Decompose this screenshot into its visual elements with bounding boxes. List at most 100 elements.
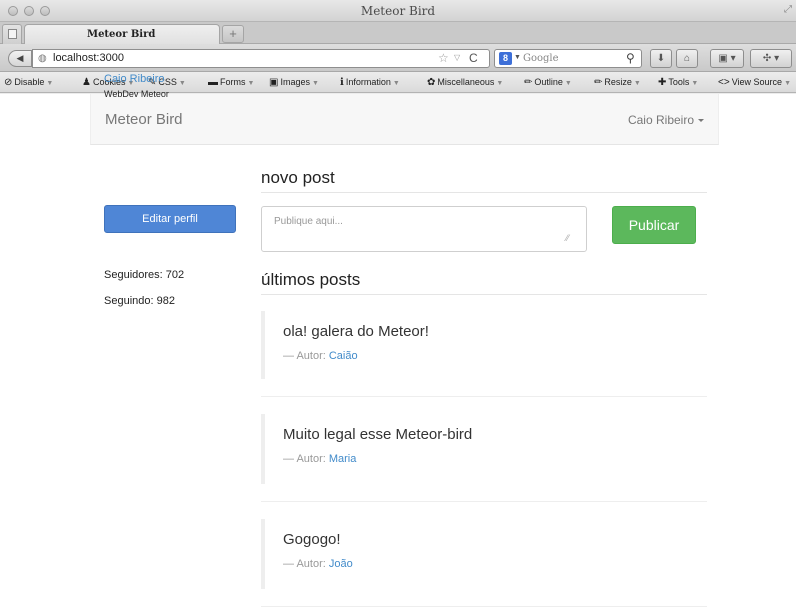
images-icon: ▣: [269, 77, 279, 88]
edit-profile-button[interactable]: Editar perfil: [104, 205, 236, 233]
outline-icon: ✏: [524, 77, 533, 88]
post-quote: ola! galera do Meteor! — Autor: Caião: [261, 311, 701, 379]
publish-button[interactable]: Publicar: [612, 206, 696, 244]
reload-icon[interactable]: C: [469, 51, 478, 65]
post-input[interactable]: [261, 206, 587, 252]
devbar-item-forms[interactable]: ▬ Forms ▼: [208, 77, 254, 88]
tab-pinned[interactable]: [2, 24, 22, 44]
tools-icon: ✚: [658, 77, 667, 88]
window-title: Meteor Bird: [360, 4, 436, 18]
new-post-heading: novo post: [261, 168, 707, 193]
devbar-item-view-source[interactable]: <> View Source ▼: [718, 77, 791, 88]
chevron-down-icon: ▼: [178, 80, 186, 87]
tab-bar: Meteor Bird +: [0, 22, 796, 44]
devbar-label: Resize: [604, 77, 632, 87]
chevron-down-icon: ▼: [46, 80, 54, 87]
chevron-down-icon: ▼: [392, 80, 400, 87]
chevron-down-icon: [698, 119, 704, 123]
post-author: — Autor: Maria: [283, 453, 701, 465]
devbar-label: Outline: [534, 77, 563, 87]
page-icon: [8, 29, 17, 39]
devbar-label: Tools: [668, 77, 690, 87]
bookmark-star-icon[interactable]: ☆: [438, 51, 449, 65]
download-button[interactable]: ⬇: [650, 49, 672, 68]
following-count: Seguindo: 982: [104, 295, 175, 307]
firebug-button[interactable]: ▣ ▾: [710, 49, 744, 68]
chevron-down-icon: ▼: [633, 80, 641, 87]
post-quote: Muito legal esse Meteor-bird — Autor: Ma…: [261, 414, 701, 484]
post-text: Muito legal esse Meteor-bird: [283, 426, 473, 443]
post-item: ola! galera do Meteor! — Autor: Caião: [261, 311, 707, 397]
devbar-label: Disable: [14, 77, 45, 87]
addon-button[interactable]: ✣ ▾: [750, 49, 792, 68]
devbar-item-information[interactable]: ℹ Information ▼: [340, 77, 400, 88]
search-icon[interactable]: ⚲: [626, 51, 635, 65]
post-item: Muito legal esse Meteor-bird — Autor: Ma…: [261, 414, 707, 502]
author-prefix: — Autor:: [283, 350, 326, 362]
devbar-item-miscellaneous[interactable]: ✿ Miscellaneous ▼: [427, 77, 503, 88]
devbar-item-outline[interactable]: ✏ Outline ▼: [524, 77, 572, 88]
home-button[interactable]: ⌂: [676, 49, 698, 68]
new-tab-button[interactable]: +: [222, 25, 244, 43]
globe-icon: ◍: [38, 53, 47, 64]
download-icon: ⬇: [656, 53, 666, 64]
chevron-down-icon: ▼: [247, 80, 255, 87]
brand-link[interactable]: Meteor Bird: [105, 111, 183, 128]
followers-count: Seguidores: 702: [104, 269, 185, 281]
fullscreen-icon[interactable]: ⤢: [784, 4, 792, 15]
home-icon: ⌂: [683, 53, 691, 64]
chevron-down-icon: ▼: [564, 80, 572, 87]
devbar-label: Miscellaneous: [437, 77, 495, 87]
post-author: — Autor: João: [283, 558, 701, 570]
author-prefix: — Autor:: [283, 453, 326, 465]
author-link[interactable]: Maria: [329, 453, 357, 465]
resize-grip-icon[interactable]: ⁄⁄: [566, 233, 569, 243]
window-titlebar: Meteor Bird ⤢: [0, 0, 796, 22]
miscellaneous-icon: ✿: [427, 77, 436, 88]
history-dropdown-icon[interactable]: ▽: [454, 53, 460, 62]
devbar-item-images[interactable]: ▣ Images ▼: [269, 77, 319, 88]
address-bar[interactable]: ◍ localhost:3000 ☆ ▽ C: [32, 49, 490, 68]
profile-name-link[interactable]: Caio Ribeiro: [104, 73, 165, 85]
chevron-down-icon: ▼: [691, 80, 699, 87]
search-engine-icon[interactable]: 8: [499, 52, 512, 65]
search-bar[interactable]: 8 ▼ Google ⚲: [494, 49, 642, 68]
disable-icon: ⊘: [4, 77, 13, 88]
information-icon: ℹ: [340, 77, 344, 88]
search-placeholder: Google: [523, 53, 559, 64]
forms-icon: ▬: [208, 77, 218, 88]
app-navbar: Meteor Bird Caio Ribeiro: [90, 94, 719, 145]
post-text: Gogogo!: [283, 531, 341, 548]
devbar-label: Images: [280, 77, 310, 87]
chevron-down-icon: ▼: [311, 80, 319, 87]
chevron-down-icon: ▼: [784, 80, 791, 87]
post-quote: Gogogo! — Autor: João: [261, 519, 701, 589]
tab-meteor-bird[interactable]: Meteor Bird: [24, 24, 220, 44]
view-source-icon: <>: [718, 77, 730, 88]
back-button[interactable]: ◀: [8, 50, 32, 67]
back-arrow-icon: ◀: [16, 53, 24, 63]
post-item: Gogogo! — Autor: João: [261, 519, 707, 607]
devbar-label: Information: [345, 77, 391, 87]
latest-posts-heading: últimos posts: [261, 270, 707, 295]
devbar-item-tools[interactable]: ✚ Tools ▼: [658, 77, 698, 88]
tab-label: Meteor Bird: [87, 29, 156, 40]
post-text: ola! galera do Meteor!: [283, 323, 429, 340]
author-link[interactable]: Caião: [329, 350, 358, 362]
navigation-toolbar: ◀ ◍ localhost:3000 ☆ ▽ C 8 ▼ Google ⚲ ⬇ …: [0, 44, 796, 72]
devbar-label: View Source: [731, 77, 783, 87]
addon-icon: ✣ ▾: [762, 53, 780, 64]
url-text: localhost:3000: [53, 52, 124, 64]
cookies-icon: ♟: [82, 77, 91, 88]
search-engine-dropdown-icon[interactable]: ▼: [514, 54, 521, 61]
firebug-icon: ▣ ▾: [718, 53, 736, 64]
author-prefix: — Autor:: [283, 558, 326, 570]
devbar-item-disable[interactable]: ⊘ Disable ▼: [4, 77, 53, 88]
user-menu-dropdown[interactable]: Caio Ribeiro: [628, 113, 704, 127]
profile-subtitle: WebDev Meteor: [104, 89, 169, 99]
devbar-label: Forms: [220, 77, 246, 87]
chevron-down-icon: ▼: [496, 80, 504, 87]
devbar-item-resize[interactable]: ✏ Resize ▼: [594, 77, 641, 88]
author-link[interactable]: João: [329, 558, 353, 570]
post-author: — Autor: Caião: [283, 350, 701, 362]
